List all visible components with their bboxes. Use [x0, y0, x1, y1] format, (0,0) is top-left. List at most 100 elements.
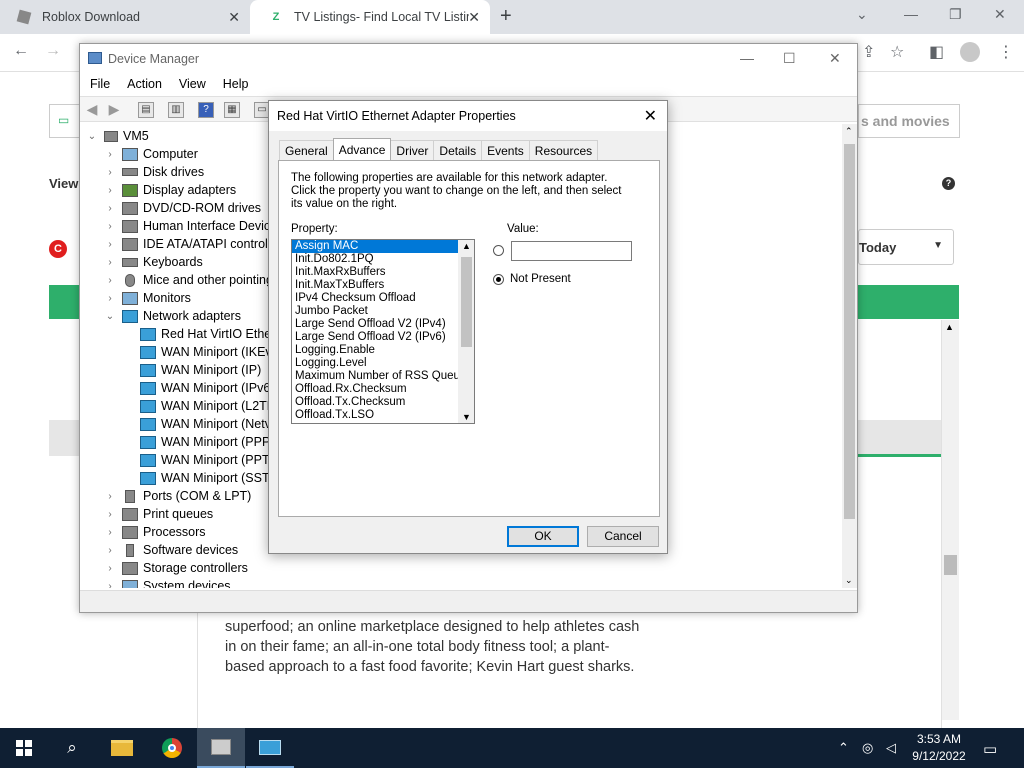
tree-item-hid[interactable]: › Human Interface Device: [104, 217, 277, 235]
property-item[interactable]: Offload.Tx.LSO: [292, 409, 474, 422]
tree-item-display-adapters[interactable]: › Display adapters: [104, 181, 236, 199]
tree-item-wan-network-monitor[interactable]: WAN Miniport (Netv: [140, 415, 271, 433]
chevron-down-icon[interactable]: ⌄: [86, 131, 98, 142]
not-present-label[interactable]: Not Present: [510, 273, 571, 285]
tab-search-icon[interactable]: ⌄: [856, 6, 868, 23]
chevron-right-icon[interactable]: ›: [104, 545, 116, 556]
page-tv-button[interactable]: ▭: [49, 104, 81, 138]
chevron-right-icon[interactable]: ›: [104, 185, 116, 196]
minimize-icon[interactable]: —: [904, 6, 918, 22]
cancel-button[interactable]: Cancel: [587, 526, 659, 547]
maximize-icon[interactable]: ☐: [783, 50, 796, 67]
property-item[interactable]: Init.MaxTxBuffers: [292, 279, 474, 292]
back-icon[interactable]: ◀: [84, 102, 100, 118]
tree-item-wan-sstp[interactable]: WAN Miniport (SSTP: [140, 469, 278, 487]
property-item[interactable]: Init.Do802.1PQ: [292, 253, 474, 266]
page-shows-movies-tab[interactable]: s and movies: [858, 104, 960, 138]
scroll-down-icon[interactable]: ▼: [462, 412, 471, 422]
minimize-icon[interactable]: —: [740, 50, 754, 66]
tree-item-computer[interactable]: › Computer: [104, 145, 198, 163]
page-date-select[interactable]: Today ▼: [858, 229, 954, 265]
network-icon[interactable]: ◎: [862, 740, 873, 756]
menu-view[interactable]: View: [179, 74, 214, 96]
browser-tab-tv-listings[interactable]: Z TV Listings- Find Local TV Listing ✕: [250, 0, 490, 34]
close-tab-icon[interactable]: ✕: [468, 9, 480, 26]
search-icon[interactable]: ⌕: [48, 728, 96, 768]
chevron-right-icon[interactable]: ›: [104, 167, 116, 178]
tree-item-system-devices[interactable]: › System devices: [104, 577, 231, 588]
chevron-down-icon[interactable]: ⌄: [104, 311, 116, 322]
property-item[interactable]: Large Send Offload V2 (IPv4): [292, 318, 474, 331]
properties-icon[interactable]: ▤: [138, 102, 154, 118]
menu-action[interactable]: Action: [127, 74, 170, 96]
chevron-right-icon[interactable]: ›: [104, 563, 116, 574]
tab-resources[interactable]: Resources: [528, 140, 599, 160]
chevron-right-icon[interactable]: ›: [104, 221, 116, 232]
page-scrollbar[interactable]: [942, 320, 959, 720]
scan-icon[interactable]: ▦: [224, 102, 240, 118]
tree-item-redhat-adapter[interactable]: Red Hat VirtIO Ether: [140, 325, 275, 343]
start-icon[interactable]: [0, 728, 48, 768]
property-item[interactable]: Init.MaxRxBuffers: [292, 266, 474, 279]
property-item[interactable]: Offload.Tx.Checksum: [292, 396, 474, 409]
star-icon[interactable]: ☆: [890, 42, 904, 62]
scroll-up-icon[interactable]: ▲: [945, 322, 954, 332]
chevron-right-icon[interactable]: ›: [104, 581, 116, 589]
property-item[interactable]: Maximum Number of RSS Queues: [292, 370, 474, 383]
tree-item-wan-ipv6[interactable]: WAN Miniport (IPv6: [140, 379, 270, 397]
new-tab-button[interactable]: +: [500, 5, 512, 28]
menu-file[interactable]: File: [90, 74, 118, 96]
scroll-down-icon[interactable]: ⌄: [845, 575, 853, 586]
chevron-right-icon[interactable]: ›: [104, 149, 116, 160]
property-item[interactable]: Logging.Enable: [292, 344, 474, 357]
page-scroll-thumb[interactable]: [944, 555, 957, 575]
volume-muted-icon[interactable]: ◁: [886, 740, 896, 756]
chevron-up-icon[interactable]: ⌃: [838, 740, 849, 756]
tree-item-wan-pptp[interactable]: WAN Miniport (PPTI: [140, 451, 273, 469]
notifications-icon[interactable]: ▭: [983, 740, 997, 758]
property-item[interactable]: Assign MAC: [292, 240, 458, 253]
tree-item-wan-pppoe[interactable]: WAN Miniport (PPP: [140, 433, 270, 451]
back-icon[interactable]: ←: [13, 42, 29, 60]
tree-item-print-queues[interactable]: › Print queues: [104, 505, 213, 523]
tree-root[interactable]: ⌄ VM5: [86, 127, 149, 145]
tab-events[interactable]: Events: [481, 140, 530, 160]
property-listbox[interactable]: Assign MAC Init.Do802.1PQ Init.MaxRxBuff…: [291, 239, 475, 424]
chevron-right-icon[interactable]: ›: [104, 239, 116, 250]
chevron-right-icon[interactable]: ›: [104, 293, 116, 304]
tree-item-mice[interactable]: › Mice and other pointing: [104, 271, 273, 289]
chrome-icon[interactable]: [148, 728, 196, 768]
tree-item-keyboards[interactable]: › Keyboards: [104, 253, 202, 271]
share-icon[interactable]: ⇪: [862, 42, 875, 62]
property-scrollbar[interactable]: ▲ ▼: [458, 240, 474, 423]
menu-icon[interactable]: ⋮: [998, 42, 1014, 62]
property-scroll-thumb[interactable]: [461, 257, 472, 347]
help-icon[interactable]: ?: [942, 177, 955, 190]
chevron-right-icon[interactable]: ›: [104, 509, 116, 520]
tree-item-network-adapters[interactable]: ⌄ Network adapters: [104, 307, 241, 325]
tree-item-dvd[interactable]: › DVD/CD-ROM drives: [104, 199, 261, 217]
chevron-right-icon[interactable]: ›: [104, 203, 116, 214]
tab-general[interactable]: General: [279, 140, 334, 160]
close-tab-icon[interactable]: ✕: [228, 9, 240, 26]
property-item[interactable]: Logging.Level: [292, 357, 474, 370]
tab-details[interactable]: Details: [433, 140, 483, 160]
chevron-right-icon[interactable]: ›: [104, 275, 116, 286]
tree-item-wan-ikev2[interactable]: WAN Miniport (IKEv: [140, 343, 272, 361]
scroll-up-icon[interactable]: ▲: [462, 241, 471, 251]
sidebar-icon[interactable]: ◧: [929, 42, 944, 62]
close-window-icon[interactable]: ✕: [994, 6, 1006, 23]
property-item[interactable]: Offload.Rx.Checksum: [292, 383, 474, 396]
menu-help[interactable]: Help: [223, 74, 257, 96]
help-icon[interactable]: ?: [198, 102, 214, 118]
close-icon[interactable]: ✕: [829, 50, 841, 67]
show-hide-icon[interactable]: ▥: [168, 102, 184, 118]
close-icon[interactable]: ✕: [644, 106, 657, 126]
tree-scroll-thumb[interactable]: [844, 144, 855, 519]
tree-item-ports[interactable]: › Ports (COM & LPT): [104, 487, 251, 505]
chevron-right-icon[interactable]: ›: [104, 257, 116, 268]
forward-icon[interactable]: →: [45, 42, 61, 60]
scroll-up-icon[interactable]: ⌃: [845, 126, 853, 137]
property-item[interactable]: Large Send Offload V2 (IPv6): [292, 331, 474, 344]
not-present-radio[interactable]: [493, 274, 504, 285]
